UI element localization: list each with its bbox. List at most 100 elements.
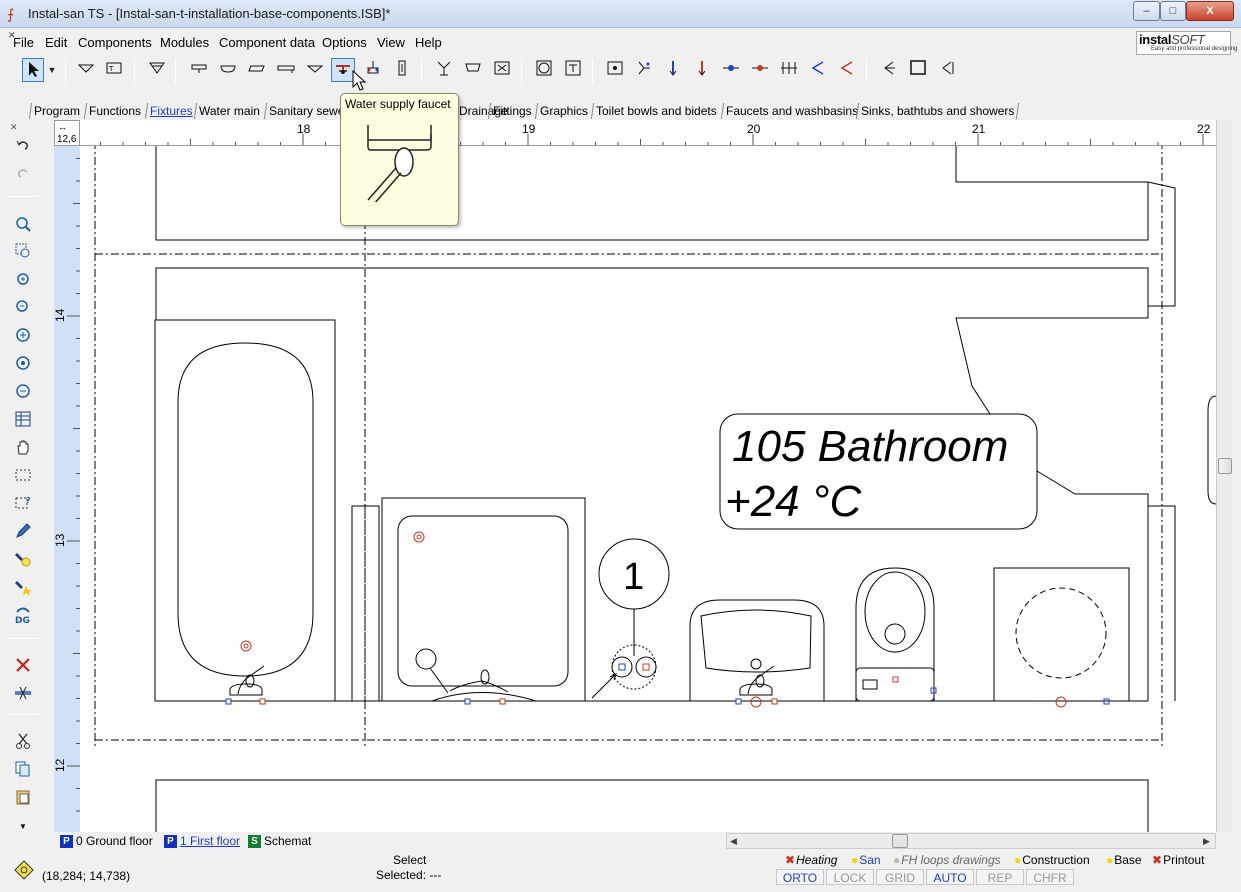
tab-functions[interactable]: Functions [83, 103, 143, 119]
undo-icon[interactable] [12, 136, 34, 158]
bathtub-icon[interactable] [274, 58, 298, 82]
check-valve-red-icon[interactable] [835, 58, 859, 82]
tab-fixtures[interactable]: Fixtures [144, 103, 194, 119]
svg-text:DG: DG [15, 616, 30, 624]
zoom-extents-icon[interactable] [12, 354, 34, 376]
tab-graphics[interactable]: Graphics [534, 103, 590, 119]
cut-pipe-icon[interactable] [12, 684, 34, 706]
highlight-flash-icon[interactable] [12, 578, 34, 600]
grate-icon[interactable] [490, 58, 514, 82]
horizontal-scrollbar[interactable]: ◀ ▶ [726, 833, 1216, 849]
copy-icon[interactable] [12, 760, 34, 782]
floor-tab-first[interactable]: P1 First floor [164, 833, 240, 850]
svg-text:T: T [108, 65, 114, 73]
pencil-icon[interactable] [12, 522, 34, 544]
valve-box-icon[interactable] [603, 58, 627, 82]
more-tools-icon[interactable]: ▼ [12, 816, 34, 838]
tab-faucets-washbasins[interactable]: Faucets and washbasins [720, 103, 860, 119]
scissors-icon[interactable] [12, 732, 34, 754]
mode-chfr[interactable]: CHFR [1026, 869, 1074, 885]
properties-grid-icon[interactable] [12, 410, 34, 432]
mode-rep[interactable]: REP [976, 869, 1024, 885]
menu-options[interactable]: Options [322, 35, 367, 50]
redo-icon[interactable] [12, 164, 34, 186]
scroll-left-icon[interactable]: ◀ [730, 834, 737, 848]
fixture-symbol-icon[interactable] [74, 58, 98, 82]
tab-water-main[interactable]: Water main [193, 103, 262, 119]
layer-printout[interactable]: ✖Printout [1152, 852, 1204, 868]
riser-down-red-icon[interactable] [690, 58, 714, 82]
dg-refresh-icon[interactable]: DG [12, 604, 34, 626]
minimize-button[interactable]: – [1133, 1, 1160, 21]
tab-fittings[interactable]: Fittings [487, 103, 533, 119]
shower-tray-icon[interactable] [245, 58, 269, 82]
layer-heating[interactable]: ✖Heating [785, 852, 837, 868]
maximize-button[interactable]: □ [1160, 1, 1186, 21]
ruler-top: 18 19 20 21 22 [54, 120, 1216, 146]
frame-icon[interactable] [906, 58, 930, 82]
vertical-scroll-thumb[interactable] [1218, 458, 1232, 474]
check-valve-blue-icon[interactable] [806, 58, 830, 82]
layer-base[interactable]: ●Base [1106, 852, 1142, 868]
zoom-out-icon[interactable] [12, 298, 34, 320]
delete-icon[interactable] [12, 656, 34, 678]
scroll-right-icon[interactable]: ▶ [1203, 834, 1210, 848]
vertical-scrollbar[interactable] [1216, 120, 1233, 832]
select-arrow-icon[interactable] [22, 58, 44, 82]
end-cap-icon[interactable] [877, 58, 901, 82]
tab-program[interactable]: Program [28, 103, 82, 119]
close-panel-icon[interactable]: ✕ [10, 122, 18, 133]
tab-sanitary-sewer[interactable]: Sanitary sewer [263, 103, 350, 119]
y-branch-icon[interactable] [432, 58, 456, 82]
circle-fixture-icon[interactable] [532, 58, 556, 82]
sink-icon[interactable] [187, 58, 211, 82]
close-button[interactable]: X [1186, 1, 1234, 21]
toilet-icon[interactable] [303, 58, 327, 82]
riser-down-blue-icon[interactable] [661, 58, 685, 82]
layer-fh-loops[interactable]: ●FH loops drawings [893, 852, 1001, 868]
connector-icon[interactable] [632, 58, 656, 82]
floor-plan[interactable]: 105 Bathroom +24 °C 1 [80, 146, 1216, 832]
arrow-end-icon[interactable] [935, 58, 959, 82]
zoom-window-icon[interactable] [12, 242, 34, 264]
pan-hand-icon[interactable] [12, 438, 34, 460]
select-rectangle-icon[interactable] [12, 466, 34, 488]
drain-icon[interactable] [461, 58, 485, 82]
manifold-icon[interactable] [777, 58, 801, 82]
snap-diamond-icon[interactable] [14, 860, 34, 880]
zoom-in-icon[interactable] [12, 215, 34, 237]
tab-sinks-bathtubs-showers[interactable]: Sinks, bathtubs and showers [855, 103, 1020, 119]
menu-view[interactable]: View [377, 35, 405, 50]
fixture-text-icon[interactable]: T [102, 58, 126, 82]
horizontal-scroll-thumb[interactable] [892, 834, 908, 848]
layer-san[interactable]: ●San [851, 852, 881, 868]
mode-lock[interactable]: LOCK [826, 869, 874, 885]
zoom-plus-icon[interactable] [12, 270, 34, 292]
menu-component-data[interactable]: Component data [219, 35, 315, 50]
zoom-previous-icon[interactable] [12, 382, 34, 404]
flashlight-icon[interactable] [12, 550, 34, 572]
select-query-icon[interactable]: ? [12, 494, 34, 516]
washbasin-icon[interactable] [216, 58, 240, 82]
valve-blue-icon[interactable] [719, 58, 743, 82]
drawing-canvas[interactable]: 105 Bathroom +24 °C 1 [80, 146, 1216, 832]
mode-orto[interactable]: ORTO [776, 869, 824, 885]
boiler-icon[interactable] [561, 58, 585, 82]
floor-tab-ground[interactable]: P0 Ground floor [60, 833, 153, 850]
floor-tab-schemat[interactable]: S Schemat [248, 833, 311, 850]
paste-icon[interactable] [12, 788, 34, 810]
zoom-all-icon[interactable] [12, 326, 34, 348]
mode-grid[interactable]: GRID [876, 869, 924, 885]
menu-modules[interactable]: Modules [160, 35, 209, 50]
funnel-icon[interactable] [145, 58, 169, 82]
select-dropdown-icon[interactable]: ▼ [44, 58, 60, 82]
menu-file[interactable]: File [13, 35, 34, 50]
menu-edit[interactable]: Edit [45, 35, 67, 50]
tab-toilet-bowls[interactable]: Toilet bowls and bidets [590, 103, 718, 119]
menu-help[interactable]: Help [415, 35, 442, 50]
valve-red-icon[interactable] [748, 58, 772, 82]
menu-components[interactable]: Components [78, 35, 152, 50]
mode-auto[interactable]: AUTO [926, 869, 974, 885]
layer-construction[interactable]: ●Construction [1014, 852, 1090, 868]
meter-icon[interactable] [390, 58, 414, 82]
